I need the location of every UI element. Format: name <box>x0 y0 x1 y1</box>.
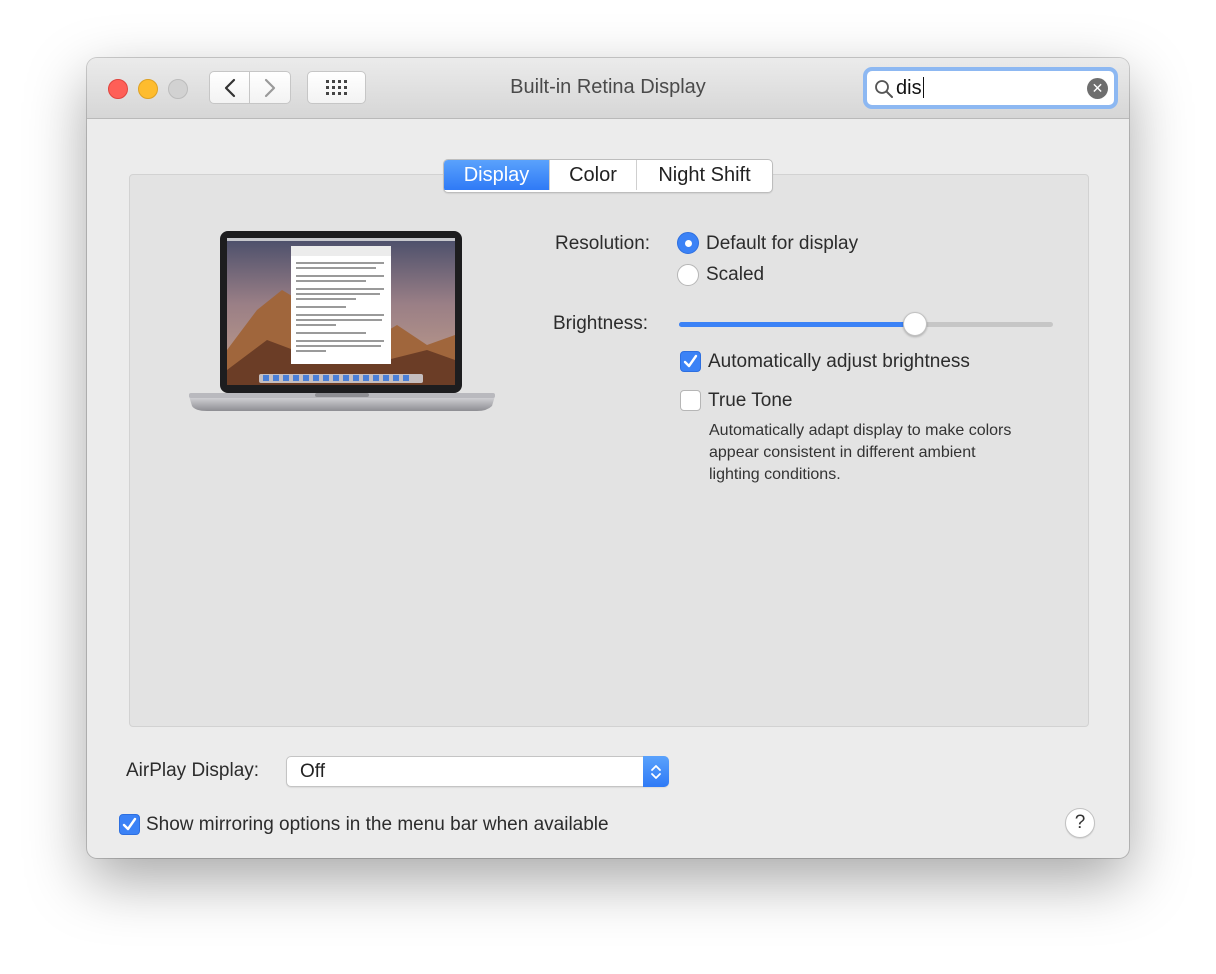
brightness-slider-knob[interactable] <box>902 312 927 336</box>
airplay-display-label: AirPlay Display: <box>126 760 260 781</box>
window-title: Built-in Retina Display <box>510 76 706 98</box>
true-tone-label[interactable]: True Tone <box>708 390 793 412</box>
show-mirroring-checkbox[interactable] <box>119 814 140 835</box>
title-bar: Built-in Retina Display dis ✕ <box>87 58 1129 119</box>
radio-scaled[interactable] <box>677 264 699 286</box>
tab-bar: Display Color Night Shift <box>443 159 773 193</box>
forward-button[interactable] <box>250 71 291 104</box>
laptop-illustration <box>189 231 495 411</box>
search-input[interactable]: dis <box>896 77 924 100</box>
airplay-display-value: Off <box>300 761 325 782</box>
show-all-button[interactable] <box>307 71 366 104</box>
search-field[interactable]: dis ✕ <box>863 67 1118 109</box>
help-button[interactable]: ? <box>1065 808 1095 838</box>
close-button[interactable] <box>108 79 128 99</box>
brightness-slider-fill <box>679 322 915 327</box>
true-tone-description: Automatically adapt display to make colo… <box>709 422 1012 483</box>
true-tone-checkbox[interactable] <box>680 390 701 411</box>
auto-brightness-label[interactable]: Automatically adjust brightness <box>708 351 970 373</box>
back-button[interactable] <box>209 71 250 104</box>
brightness-label: Brightness: <box>553 313 649 334</box>
radio-default-for-display[interactable] <box>677 232 699 254</box>
chevron-left-icon <box>224 78 235 97</box>
search-icon <box>875 80 893 98</box>
radio-default-for-display-label[interactable]: Default for display <box>706 233 858 255</box>
navigation-buttons <box>209 71 291 104</box>
minimize-button[interactable] <box>138 79 158 99</box>
clear-search-icon[interactable]: ✕ <box>1087 78 1108 99</box>
zoom-button[interactable] <box>168 79 188 99</box>
tab-color[interactable]: Color <box>549 160 636 190</box>
popup-arrows-icon <box>643 756 669 787</box>
airplay-display-popup[interactable]: Off <box>286 756 669 787</box>
tab-night-shift[interactable]: Night Shift <box>636 160 772 190</box>
show-mirroring-label[interactable]: Show mirroring options in the menu bar w… <box>146 814 609 836</box>
display-preferences-window: Built-in Retina Display dis ✕ Display Co… <box>87 58 1129 858</box>
chevron-right-icon <box>264 78 276 97</box>
resolution-label: Resolution: <box>555 233 651 254</box>
tab-display[interactable]: Display <box>444 160 549 190</box>
checkmark-icon <box>122 817 137 831</box>
brightness-slider[interactable] <box>679 312 1053 336</box>
radio-scaled-label[interactable]: Scaled <box>706 264 764 286</box>
auto-brightness-checkbox[interactable] <box>680 351 701 372</box>
checkmark-icon <box>683 354 698 368</box>
grid-icon <box>325 79 347 95</box>
